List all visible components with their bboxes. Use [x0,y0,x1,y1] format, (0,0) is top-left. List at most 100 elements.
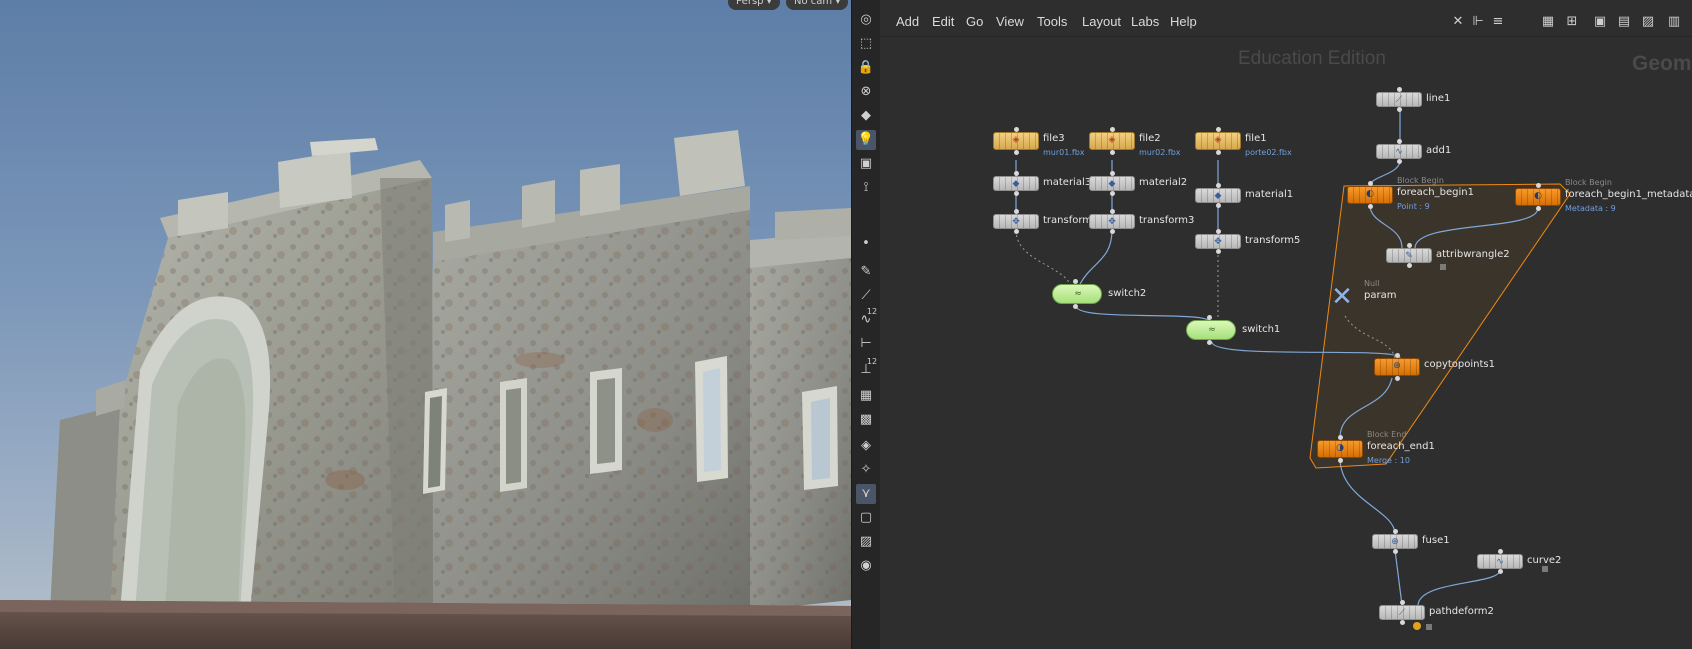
node-add1[interactable]: ∿ [1376,144,1422,159]
node-material3[interactable]: ◆ [993,176,1039,191]
output-connector[interactable] [1110,191,1115,196]
input-connector[interactable] [1216,183,1221,188]
output-connector[interactable] [1073,304,1078,309]
input-connector[interactable] [1397,139,1402,144]
frame-icon[interactable]: ▢ [856,508,876,528]
input-connector[interactable] [1073,279,1078,284]
node-transform6[interactable]: ✥ [993,214,1039,229]
node-transform3[interactable]: ✥ [1089,214,1135,229]
output-connector[interactable] [1368,204,1373,209]
node-label: material3 [1043,177,1092,188]
input-connector[interactable] [1216,127,1221,132]
output-connector[interactable] [1393,549,1398,554]
display-options-icon[interactable]: ▣ [856,154,876,174]
split-icon[interactable]: ⋎ [856,484,876,504]
bulb-icon[interactable]: ◉ [856,556,876,576]
node-file2[interactable]: ◈ [1089,132,1135,150]
node-info-text: Metadata : 9 [1565,204,1616,213]
input-connector[interactable] [1110,171,1115,176]
node-copytopoints1[interactable]: ⊛ [1374,358,1420,376]
input-connector[interactable] [1014,209,1019,214]
node-pathdeform2[interactable]: ⟋ [1379,605,1425,620]
output-connector[interactable] [1110,150,1115,155]
output-connector[interactable] [1407,263,1412,268]
node-foreach-begin1-metadata2[interactable]: ◐ [1515,188,1561,206]
output-connector[interactable] [1395,376,1400,381]
input-connector[interactable] [1397,87,1402,92]
cancel-icon[interactable]: ⊗ [856,82,876,102]
node-foreach-begin1[interactable]: ◐ [1347,186,1393,204]
output-connector[interactable] [1400,620,1405,625]
node-info-text: porte02.fbx [1245,148,1292,157]
input-connector[interactable] [1400,600,1405,605]
output-connector[interactable] [1397,107,1402,112]
output-connector[interactable] [1110,229,1115,234]
snap-icon[interactable]: ⟟ [856,178,876,198]
input-connector[interactable] [1368,181,1373,186]
node-label: file3 [1043,133,1065,144]
tool-count-badge: 12 [866,357,878,366]
input-connector[interactable] [1207,315,1212,320]
input-connector[interactable] [1110,127,1115,132]
input-connector[interactable] [1014,171,1019,176]
copytopoints1-node-icon: ⊛ [1393,361,1401,371]
node-material2[interactable]: ◆ [1089,176,1135,191]
input-connector[interactable] [1014,127,1019,132]
output-connector[interactable] [1536,206,1541,211]
lock-icon[interactable]: 🔒 [856,58,876,78]
point-icon[interactable]: • [856,234,876,254]
input-connector[interactable] [1216,229,1221,234]
node-fuse1[interactable]: ⊕ [1372,534,1418,549]
node-label: fuse1 [1422,535,1450,546]
node-transform5[interactable]: ✥ [1195,234,1241,249]
node-curve2[interactable]: ∿ [1477,554,1523,569]
node-foreach-end1[interactable]: ◑ [1317,440,1363,458]
node-line1[interactable]: ⟋ [1376,92,1422,107]
node-type-tag: Null [1364,279,1380,288]
camera-selector-button[interactable]: No cam ▾ [786,0,849,10]
material1-node-icon: ◆ [1214,191,1222,201]
diamond-icon[interactable]: ◈ [856,436,876,456]
output-connector[interactable] [1216,249,1221,254]
output-connector[interactable] [1338,458,1343,463]
output-connector[interactable] [1014,229,1019,234]
output-connector[interactable] [1498,569,1503,574]
scene-viewport[interactable]: Persp ▾ No cam ▾ [0,0,851,649]
image-icon[interactable]: ▨ [856,532,876,552]
pen-icon[interactable]: ✎ [856,262,876,282]
output-connector[interactable] [1216,203,1221,208]
select-geometry-icon[interactable]: ◆ [856,106,876,126]
node-file3[interactable]: ◈ [993,132,1039,150]
camera-persp-button[interactable]: Persp ▾ [728,0,780,10]
input-connector[interactable] [1407,243,1412,248]
input-connector[interactable] [1395,353,1400,358]
input-connector[interactable] [1338,435,1343,440]
handle-tool-icon[interactable]: ⬚ [856,34,876,54]
input-connector[interactable] [1536,183,1541,188]
node-attribwrangle2[interactable]: ✎ [1386,248,1432,263]
node-param[interactable]: ✕ [1326,284,1358,310]
node-label: switch1 [1242,324,1281,335]
node-flag-icon [1440,264,1446,270]
network-editor[interactable]: Add Edit Go View Tools Layout Labs Help … [880,0,1692,649]
bone-icon[interactable]: ✧ [856,460,876,480]
light-bulb-icon[interactable]: 💡 [856,130,876,150]
output-connector[interactable] [1216,150,1221,155]
node-info-text: Point : 9 [1397,202,1430,211]
node-material1[interactable]: ◆ [1195,188,1241,203]
node-switch2[interactable]: ≈ [1052,284,1102,304]
texture-icon[interactable]: ▩ [856,410,876,430]
node-label: transform3 [1139,215,1195,226]
output-connector[interactable] [1014,191,1019,196]
ruler-icon[interactable]: ⊢ [856,334,876,354]
cube-icon[interactable]: ▦ [856,386,876,406]
node-file1[interactable]: ◈ [1195,132,1241,150]
node-switch1[interactable]: ≈ [1186,320,1236,340]
output-connector[interactable] [1207,340,1212,345]
input-connector[interactable] [1498,549,1503,554]
output-connector[interactable] [1014,150,1019,155]
output-connector[interactable] [1397,159,1402,164]
view-tool-icon[interactable]: ◎ [856,10,876,30]
input-connector[interactable] [1393,529,1398,534]
input-connector[interactable] [1110,209,1115,214]
